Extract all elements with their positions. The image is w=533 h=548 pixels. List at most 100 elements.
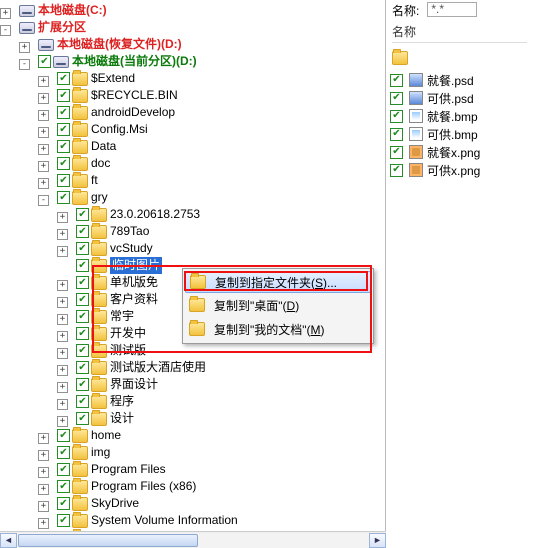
- expand-icon[interactable]: +: [19, 42, 30, 53]
- scroll-track[interactable]: [17, 533, 369, 548]
- file-row[interactable]: 可供.bmp: [388, 125, 531, 143]
- tree-node[interactable]: +界面设计: [0, 376, 385, 393]
- checkbox[interactable]: [76, 242, 89, 255]
- tree-node[interactable]: +设计: [0, 410, 385, 427]
- tree-node[interactable]: +程序: [0, 393, 385, 410]
- tree-node-d-recover[interactable]: + 本地磁盘(恢复文件)(D:): [0, 36, 385, 53]
- expand-icon[interactable]: +: [57, 297, 68, 308]
- expand-icon[interactable]: +: [57, 229, 68, 240]
- checkbox[interactable]: [76, 276, 89, 289]
- expand-icon[interactable]: +: [38, 484, 49, 495]
- tree-node[interactable]: +Data: [0, 138, 385, 155]
- menu-copy-to-documents[interactable]: 复制到"我的文档"(M): [185, 317, 371, 341]
- checkbox[interactable]: [57, 446, 70, 459]
- tree-node-c-drive[interactable]: + 本地磁盘(C:): [0, 2, 385, 19]
- expand-icon[interactable]: +: [57, 365, 68, 376]
- scroll-left-button[interactable]: ◄: [0, 533, 17, 548]
- checkbox[interactable]: [390, 74, 403, 87]
- file-row[interactable]: 就餐.psd: [388, 71, 531, 89]
- checkbox[interactable]: [76, 293, 89, 306]
- expand-icon[interactable]: +: [38, 518, 49, 529]
- checkbox[interactable]: [390, 146, 403, 159]
- horizontal-scrollbar[interactable]: ◄ ►: [0, 531, 386, 548]
- expand-icon[interactable]: +: [38, 178, 49, 189]
- checkbox[interactable]: [57, 106, 70, 119]
- tree-node[interactable]: +789Tao: [0, 223, 385, 240]
- checkbox[interactable]: [76, 361, 89, 374]
- checkbox[interactable]: [57, 514, 70, 527]
- checkbox[interactable]: [76, 310, 89, 323]
- expand-icon[interactable]: +: [57, 331, 68, 342]
- checkbox[interactable]: [76, 378, 89, 391]
- scroll-right-button[interactable]: ►: [369, 533, 386, 548]
- checkbox[interactable]: [390, 164, 403, 177]
- checkbox[interactable]: [76, 225, 89, 238]
- expand-icon[interactable]: +: [38, 110, 49, 121]
- tree-node[interactable]: +androidDevelop: [0, 104, 385, 121]
- checkbox[interactable]: [57, 429, 70, 442]
- tree-node[interactable]: +vcStudy: [0, 240, 385, 257]
- expand-icon[interactable]: +: [38, 433, 49, 444]
- tree-node-ext-partition[interactable]: - 扩展分区: [0, 19, 385, 36]
- file-row[interactable]: 可供.psd: [388, 89, 531, 107]
- checkbox[interactable]: [76, 327, 89, 340]
- expand-icon[interactable]: +: [38, 127, 49, 138]
- tree-node[interactable]: +23.0.20618.2753: [0, 206, 385, 223]
- checkbox[interactable]: [390, 128, 403, 141]
- parent-folder-row[interactable]: [388, 49, 531, 71]
- tree-node[interactable]: +System Volume Information: [0, 512, 385, 529]
- expand-icon[interactable]: +: [57, 246, 68, 257]
- expand-icon[interactable]: +: [38, 501, 49, 512]
- expand-icon[interactable]: +: [57, 416, 68, 427]
- checkbox[interactable]: [57, 89, 70, 102]
- expand-icon[interactable]: +: [57, 382, 68, 393]
- tree-node[interactable]: +home: [0, 427, 385, 444]
- expand-icon[interactable]: +: [57, 314, 68, 325]
- tree-node[interactable]: +Config.Msi: [0, 121, 385, 138]
- checkbox[interactable]: [57, 72, 70, 85]
- expand-icon[interactable]: +: [57, 399, 68, 410]
- collapse-icon[interactable]: -: [38, 195, 49, 206]
- checkbox[interactable]: [76, 395, 89, 408]
- checkbox[interactable]: [57, 497, 70, 510]
- tree-node[interactable]: +img: [0, 444, 385, 461]
- expand-icon[interactable]: +: [38, 450, 49, 461]
- menu-copy-to-folder[interactable]: 复制到指定文件夹(S)...: [185, 271, 371, 293]
- checkbox[interactable]: [57, 140, 70, 153]
- checkbox[interactable]: [390, 110, 403, 123]
- checkbox[interactable]: [390, 92, 403, 105]
- checkbox[interactable]: [57, 480, 70, 493]
- tree-node[interactable]: +$Extend: [0, 70, 385, 87]
- file-row[interactable]: 就餐.bmp: [388, 107, 531, 125]
- expand-icon[interactable]: +: [57, 280, 68, 291]
- expand-icon[interactable]: +: [38, 76, 49, 87]
- expand-icon[interactable]: +: [38, 93, 49, 104]
- column-name[interactable]: 名称: [392, 23, 527, 43]
- checkbox[interactable]: [76, 412, 89, 425]
- menu-copy-to-desktop[interactable]: 复制到"桌面"(D): [185, 293, 371, 317]
- expand-icon[interactable]: +: [57, 348, 68, 359]
- collapse-icon[interactable]: -: [19, 59, 30, 70]
- checkbox[interactable]: [57, 191, 70, 204]
- expand-icon[interactable]: +: [38, 161, 49, 172]
- file-row[interactable]: 就餐x.png: [388, 143, 531, 161]
- checkbox[interactable]: [76, 208, 89, 221]
- collapse-icon[interactable]: -: [0, 25, 11, 36]
- checkbox[interactable]: [57, 157, 70, 170]
- tree-node-gry[interactable]: - gry: [0, 189, 385, 206]
- checkbox[interactable]: [57, 174, 70, 187]
- tree-node[interactable]: +测试版大酒店使用: [0, 359, 385, 376]
- checkbox[interactable]: [76, 259, 89, 272]
- tree-node[interactable]: +doc: [0, 155, 385, 172]
- tree-node[interactable]: +ft: [0, 172, 385, 189]
- expand-icon[interactable]: +: [0, 8, 11, 19]
- expand-icon[interactable]: +: [38, 467, 49, 478]
- name-filter-input[interactable]: *.*: [427, 2, 477, 17]
- expand-icon[interactable]: +: [38, 144, 49, 155]
- tree-node[interactable]: +Program Files (x86): [0, 478, 385, 495]
- tree-node[interactable]: +SkyDrive: [0, 495, 385, 512]
- tree-node[interactable]: +Program Files: [0, 461, 385, 478]
- checkbox[interactable]: [76, 344, 89, 357]
- tree-node[interactable]: +测试版: [0, 342, 385, 359]
- expand-icon[interactable]: +: [57, 212, 68, 223]
